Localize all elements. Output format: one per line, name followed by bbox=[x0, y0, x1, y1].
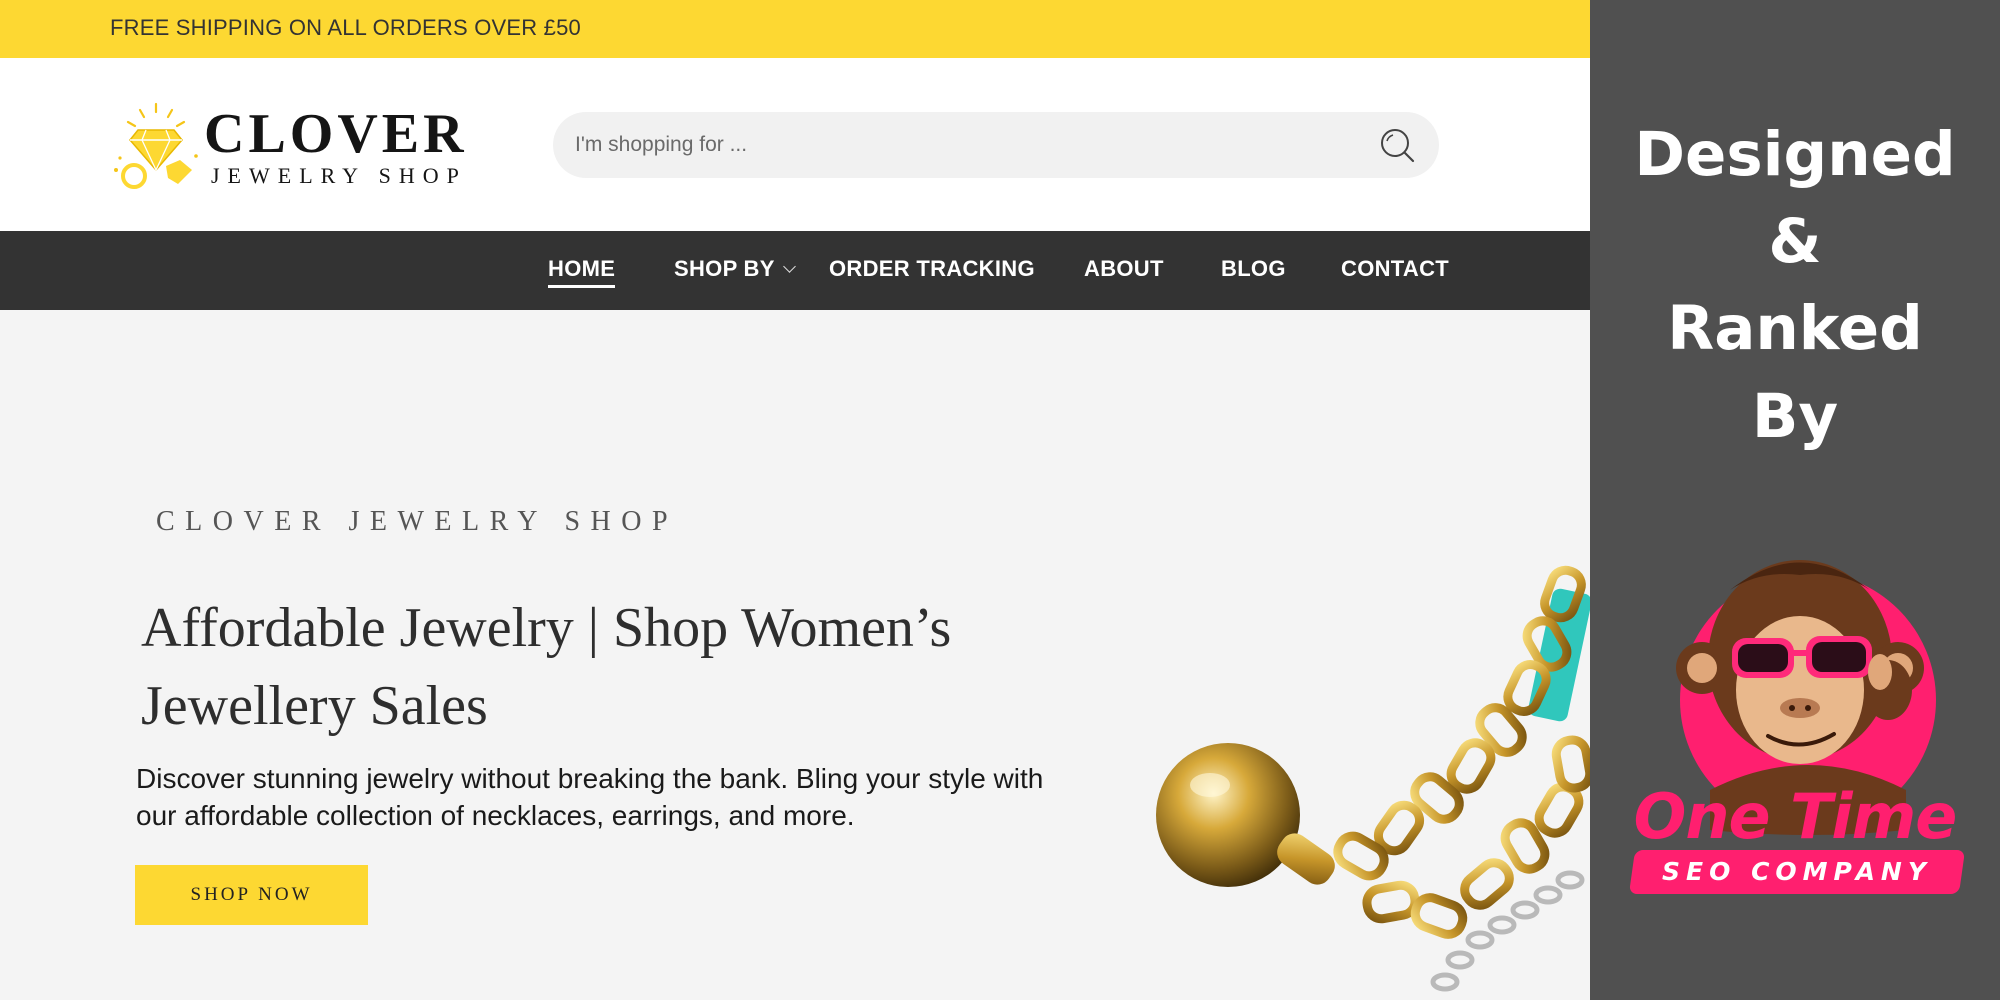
search-icon[interactable] bbox=[1377, 125, 1417, 165]
website-area: FREE SHIPPING ON ALL ORDERS OVER £50 CLO… bbox=[0, 0, 1590, 1000]
search-input[interactable] bbox=[575, 112, 1335, 178]
nav-item-about[interactable]: ABOUT bbox=[1084, 258, 1164, 280]
jewelry-hero-image bbox=[1156, 565, 1590, 992]
chevron-down-icon bbox=[782, 260, 796, 273]
logo-title: CLOVER bbox=[204, 103, 468, 165]
hero-title: Affordable Jewelry | Shop Women’s Jewell… bbox=[141, 597, 952, 737]
hero-brand-eyebrow: CLOVER JEWELRY SHOP bbox=[156, 506, 679, 537]
nav-item-shop-by[interactable]: SHOP BY bbox=[674, 256, 796, 281]
nav-item-label: ORDER TRACKING bbox=[829, 256, 1035, 281]
logo-subtitle: JEWELRY SHOP bbox=[211, 163, 467, 188]
nav-item-label: CONTACT bbox=[1341, 256, 1450, 281]
search-bar bbox=[553, 112, 1439, 178]
nav-item-label: SHOP BY bbox=[674, 256, 775, 281]
nav-item-contact[interactable]: CONTACT bbox=[1341, 258, 1449, 280]
site-logo[interactable]: CLOVER JEWELRY SHOP bbox=[108, 100, 468, 200]
shop-now-button[interactable]: SHOP NOW bbox=[135, 865, 368, 925]
seo-company-brand-name: One Time bbox=[1633, 780, 1958, 853]
main-navigation: HOME SHOP BY ORDER TRACKING ABOUT BLOG C… bbox=[0, 231, 1590, 310]
nav-item-label: ABOUT bbox=[1084, 256, 1164, 281]
nav-item-label: HOME bbox=[548, 256, 616, 288]
nav-item-order-tracking[interactable]: ORDER TRACKING bbox=[829, 258, 1035, 280]
promo-line-ranked: Ranked bbox=[1667, 293, 1923, 364]
shipping-announcement-bar: FREE SHIPPING ON ALL ORDERS OVER £50 bbox=[0, 0, 1590, 58]
site-header: CLOVER JEWELRY SHOP bbox=[0, 58, 1590, 231]
seo-company-tagline: SEO COMPANY bbox=[1662, 857, 1932, 886]
nav-item-home[interactable]: HOME bbox=[548, 256, 616, 288]
promo-line-by: By bbox=[1751, 381, 1839, 452]
promo-panel: Designed & Ranked By One Time SEO COMPAN… bbox=[1590, 0, 2000, 1000]
seo-company-tagline-badge: SEO COMPANY bbox=[1628, 850, 1966, 894]
diamond-rings-icon bbox=[114, 102, 198, 189]
nav-item-blog[interactable]: BLOG bbox=[1221, 258, 1286, 280]
nav-item-label: BLOG bbox=[1221, 256, 1286, 281]
promo-line-designed: Designed bbox=[1634, 119, 1956, 190]
promo-line-ampersand: & bbox=[1768, 206, 1822, 277]
shipping-announcement-text: FREE SHIPPING ON ALL ORDERS OVER £50 bbox=[110, 15, 581, 40]
hero-description: Discover stunning jewelry without breaki… bbox=[136, 763, 1044, 831]
